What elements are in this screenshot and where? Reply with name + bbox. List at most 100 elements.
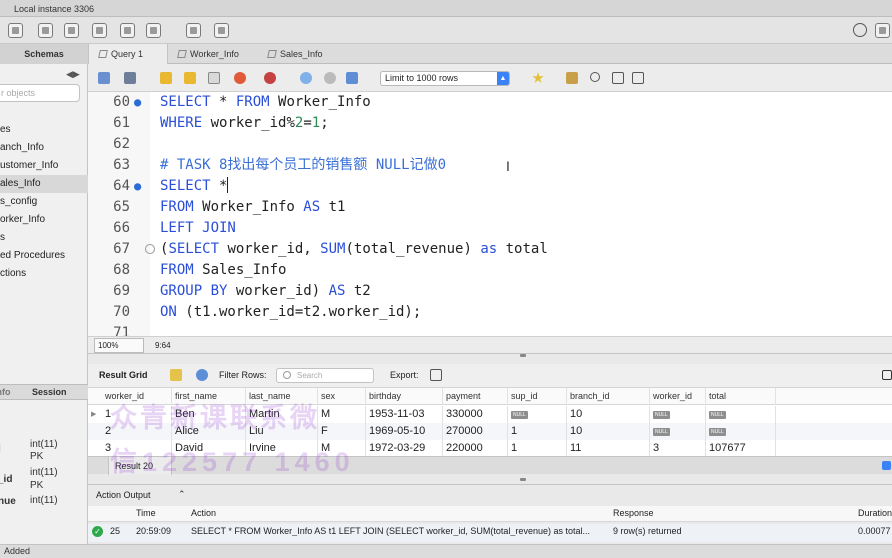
result-grid-label[interactable]: Result Grid bbox=[99, 370, 148, 380]
panel-layout-icon[interactable] bbox=[882, 370, 892, 380]
filter-objects-input[interactable]: r objects bbox=[0, 84, 80, 102]
tree-item-sys-config[interactable]: s_config bbox=[0, 193, 88, 211]
splitter-handle[interactable] bbox=[520, 354, 526, 357]
code-line[interactable]: 71 bbox=[88, 323, 892, 336]
grid-view-icon[interactable] bbox=[170, 369, 182, 381]
tree-item-stored-procedures[interactable]: ed Procedures bbox=[0, 247, 88, 265]
tab-result-20[interactable]: Result 20 bbox=[108, 457, 172, 475]
table-cell[interactable]: 11 bbox=[567, 440, 650, 456]
autocommit-icon[interactable] bbox=[346, 72, 358, 84]
execute-current-icon[interactable] bbox=[184, 72, 196, 84]
tree-item-branch-info[interactable]: anch_Info bbox=[0, 139, 88, 157]
null-cell[interactable]: NULL bbox=[650, 423, 706, 440]
chevron-updown-icon[interactable]: ⌃ bbox=[178, 489, 186, 500]
output-row[interactable]: ✓ 25 20:59:09 SELECT * FROM Worker_Info … bbox=[88, 524, 892, 542]
column-header[interactable]: sex bbox=[318, 388, 366, 405]
code-line[interactable]: 67 (SELECT worker_id, SUM(total_revenue) … bbox=[88, 239, 892, 260]
bookmark-star-icon[interactable] bbox=[532, 72, 544, 83]
column-header[interactable]: branch_id bbox=[567, 388, 650, 405]
tree-item-sales-info[interactable]: ales_Info bbox=[0, 175, 88, 193]
table-row[interactable]: 3 David Irvine M 1972-03-29 220000 1 11 3 107677 bbox=[88, 440, 892, 456]
reconnect-icon[interactable] bbox=[214, 23, 229, 38]
output-col-duration[interactable]: Duration bbox=[858, 508, 892, 518]
table-cell[interactable]: Liu bbox=[246, 423, 318, 440]
sql-editor[interactable]: 60 ● SELECT * FROM Worker_Info 61 WHERE work… bbox=[88, 92, 892, 336]
toggle-continue-icon[interactable] bbox=[264, 72, 276, 84]
table-cell[interactable]: 10 bbox=[567, 406, 650, 423]
statement-marker-icon[interactable]: ● bbox=[134, 92, 141, 113]
code-line[interactable]: 65 FROM Worker_Info AS t1 bbox=[88, 197, 892, 218]
column-header[interactable]: birthday bbox=[366, 388, 443, 405]
table-cell[interactable]: 220000 bbox=[443, 440, 508, 456]
collapse-sidebar-icon[interactable]: ◀▶ bbox=[66, 69, 80, 80]
open-file-icon[interactable] bbox=[98, 72, 110, 84]
code-line[interactable]: 70 ON (t1.worker_id=t2.worker_id); bbox=[88, 302, 892, 323]
null-cell[interactable]: NULL bbox=[706, 423, 776, 440]
info-icon[interactable] bbox=[882, 461, 891, 470]
stop-icon[interactable] bbox=[234, 72, 246, 84]
find-icon[interactable] bbox=[590, 72, 600, 82]
fold-toggle-icon[interactable] bbox=[145, 244, 155, 254]
rollback-icon[interactable] bbox=[324, 72, 336, 84]
code-line[interactable]: 61 WHERE worker_id%2=1; bbox=[88, 113, 892, 134]
column-header[interactable]: sup_id bbox=[508, 388, 567, 405]
column-header[interactable]: first_name bbox=[172, 388, 246, 405]
output-col-time[interactable]: Time bbox=[136, 508, 156, 518]
code-line[interactable]: 60 ● SELECT * FROM Worker_Info bbox=[88, 92, 892, 113]
procedure-icon[interactable] bbox=[186, 23, 201, 38]
table-cell[interactable]: 1 bbox=[102, 406, 172, 423]
table-cell[interactable]: 3 bbox=[102, 440, 172, 456]
tab-session[interactable]: Session bbox=[32, 387, 67, 397]
tree-item-worker-info[interactable]: orker_Info bbox=[0, 211, 88, 229]
table-cell[interactable]: 1972-03-29 bbox=[366, 440, 443, 456]
beautify-icon[interactable] bbox=[566, 72, 578, 84]
table-cell[interactable]: 1953-11-03 bbox=[366, 406, 443, 423]
view-icon[interactable] bbox=[146, 23, 161, 38]
panel-toggle-icon[interactable] bbox=[875, 23, 890, 38]
execute-icon[interactable] bbox=[160, 72, 172, 84]
database-icon[interactable] bbox=[92, 23, 107, 38]
null-cell[interactable]: NULL bbox=[706, 406, 776, 423]
table-cell[interactable]: 270000 bbox=[443, 423, 508, 440]
tree-item-views[interactable]: s bbox=[0, 229, 88, 247]
table-icon[interactable] bbox=[120, 23, 135, 38]
commit-icon[interactable] bbox=[300, 72, 312, 84]
null-cell[interactable]: NULL bbox=[508, 406, 567, 423]
settings-icon[interactable] bbox=[853, 23, 867, 37]
code-line[interactable]: 66 LEFT JOIN bbox=[88, 218, 892, 239]
statement-marker-icon[interactable]: ● bbox=[134, 176, 141, 197]
code-line[interactable]: 64 ● SELECT * bbox=[88, 176, 892, 197]
table-cell[interactable]: 107677 bbox=[706, 440, 776, 456]
refresh-icon[interactable] bbox=[196, 369, 208, 381]
code-line[interactable]: 63 # TASK 8找出每个员工的销售额 NULL记做0 bbox=[88, 155, 892, 176]
table-cell[interactable]: Martin bbox=[246, 406, 318, 423]
table-row[interactable]: 2 Alice Liu F 1969-05-10 270000 1 10 NULL NULL bbox=[88, 423, 892, 440]
tab-worker-info[interactable]: Worker_Info bbox=[168, 44, 256, 64]
table-cell[interactable]: M bbox=[318, 406, 366, 423]
null-cell[interactable]: NULL bbox=[650, 406, 706, 423]
output-col-response[interactable]: Response bbox=[613, 508, 654, 518]
table-cell[interactable]: 1 bbox=[508, 423, 567, 440]
splitter-handle[interactable] bbox=[520, 478, 526, 481]
save-icon[interactable] bbox=[124, 72, 136, 84]
table-cell[interactable]: M bbox=[318, 440, 366, 456]
zoom-select[interactable]: 100% bbox=[94, 338, 144, 353]
table-cell[interactable]: F bbox=[318, 423, 366, 440]
open-sql-icon[interactable] bbox=[38, 23, 53, 38]
code-line[interactable]: 62 bbox=[88, 134, 892, 155]
tab-query-1[interactable]: Query 1 bbox=[88, 44, 168, 64]
output-col-action[interactable]: Action bbox=[191, 508, 216, 518]
code-line[interactable]: 69 GROUP BY worker_id) AS t2 bbox=[88, 281, 892, 302]
column-header[interactable]: total bbox=[706, 388, 776, 405]
column-header[interactable]: last_name bbox=[246, 388, 318, 405]
table-cell[interactable]: David bbox=[172, 440, 246, 456]
output-type-select[interactable]: Action Output bbox=[96, 490, 151, 500]
tab-object-info[interactable]: Info bbox=[0, 387, 11, 397]
word-wrap-icon[interactable] bbox=[632, 72, 644, 84]
table-row[interactable]: ▶ 1 Ben Martin M 1953-11-03 330000 NULL 10 NULL NU… bbox=[88, 406, 892, 423]
table-cell[interactable]: Irvine bbox=[246, 440, 318, 456]
tab-schemas[interactable]: Schemas bbox=[0, 44, 88, 64]
column-header[interactable]: payment bbox=[443, 388, 508, 405]
table-cell[interactable]: 10 bbox=[567, 423, 650, 440]
table-cell[interactable]: 330000 bbox=[443, 406, 508, 423]
